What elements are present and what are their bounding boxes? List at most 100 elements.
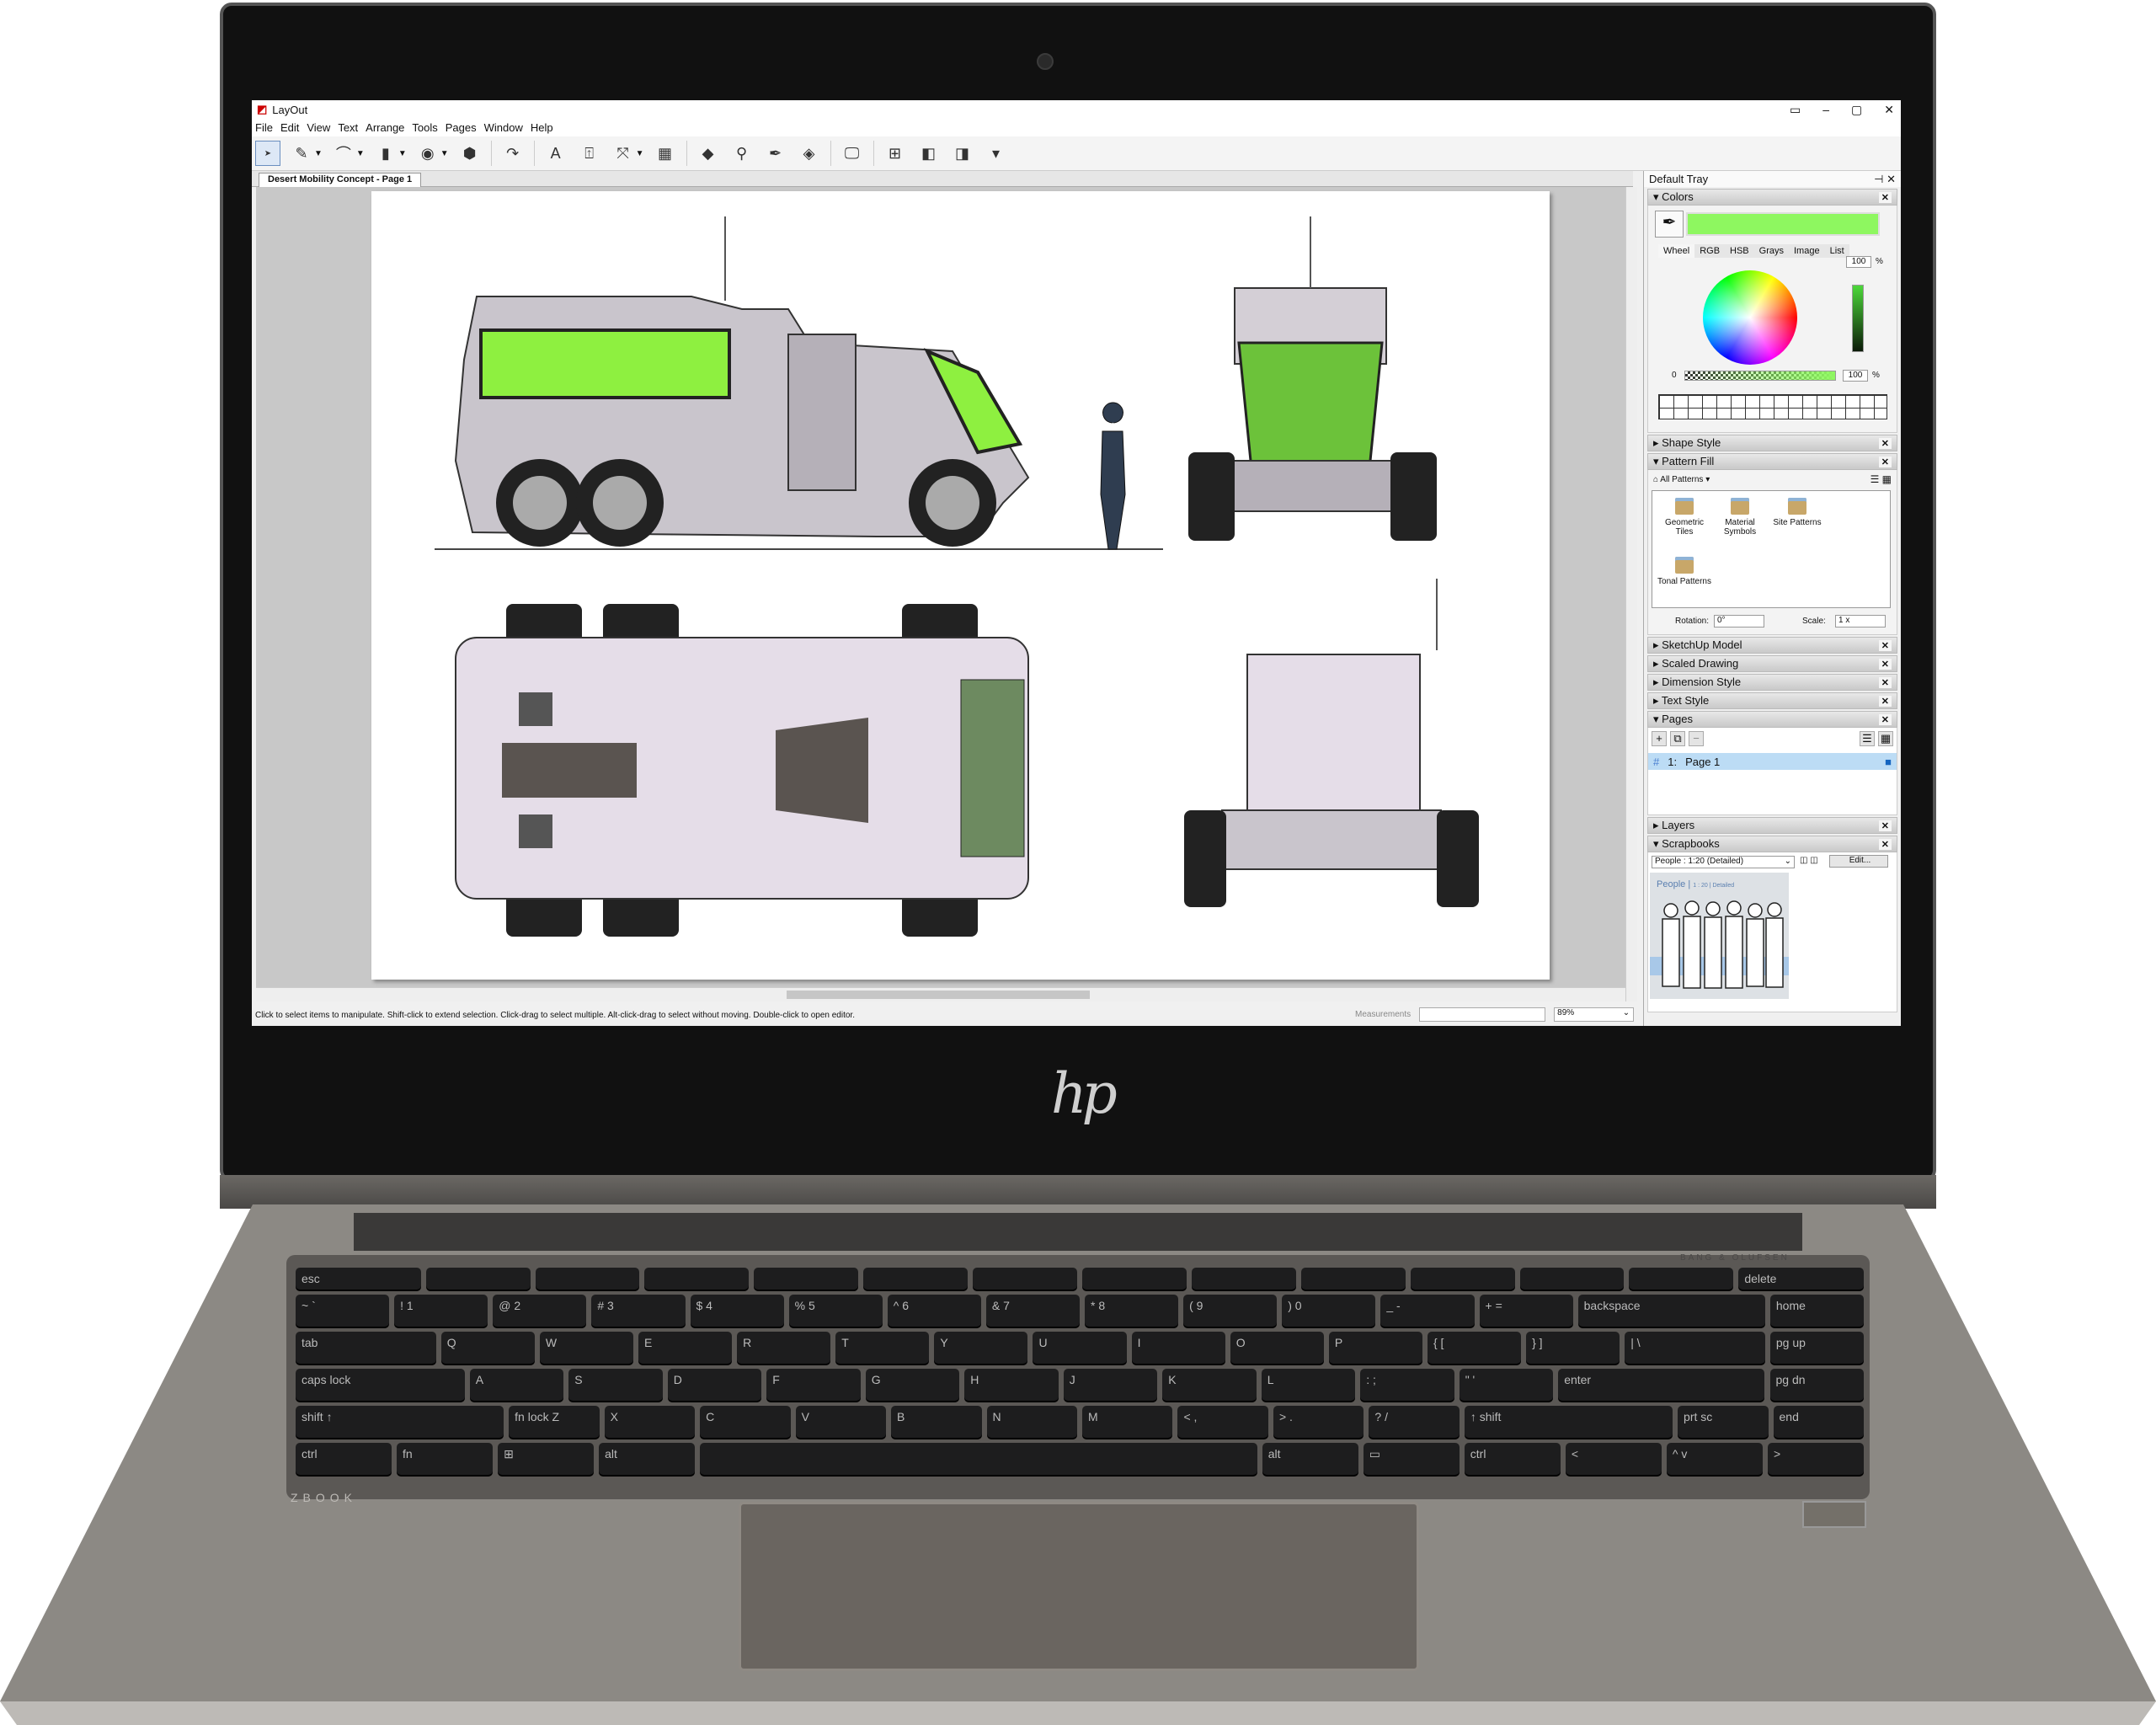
key[interactable] xyxy=(700,1443,1257,1475)
key[interactable]: S xyxy=(568,1369,663,1401)
key[interactable]: # 3 xyxy=(591,1295,686,1327)
key[interactable]: : ; xyxy=(1360,1369,1454,1401)
key[interactable]: G xyxy=(865,1369,960,1401)
key[interactable]: L xyxy=(1261,1369,1356,1401)
menu-help[interactable]: Help xyxy=(531,121,553,134)
key[interactable]: esc xyxy=(296,1268,421,1290)
key[interactable]: < , xyxy=(1177,1406,1268,1438)
close-icon[interactable]: ✕ xyxy=(1878,713,1892,725)
key[interactable]: } ] xyxy=(1526,1332,1620,1364)
pattern-folder[interactable]: Material Symbols xyxy=(1713,498,1767,537)
key[interactable]: B xyxy=(891,1406,982,1438)
panel-scaled-drawing-header[interactable]: ▸ Scaled Drawing ✕ xyxy=(1647,655,1897,672)
key[interactable]: + = xyxy=(1479,1295,1573,1327)
key[interactable]: " ' xyxy=(1459,1369,1554,1401)
drawing-canvas[interactable] xyxy=(256,187,1625,987)
key[interactable]: backspace xyxy=(1577,1295,1765,1327)
key[interactable]: $ 4 xyxy=(690,1295,784,1327)
key[interactable]: * 8 xyxy=(1085,1295,1179,1327)
key[interactable]: H xyxy=(964,1369,1059,1401)
opacity-slider[interactable] xyxy=(1684,371,1836,381)
color-wheel[interactable] xyxy=(1703,270,1797,365)
maximize-button[interactable]: ▢ xyxy=(1851,103,1862,117)
menu-tools[interactable]: Tools xyxy=(412,121,437,134)
key[interactable]: I xyxy=(1131,1332,1225,1364)
key[interactable]: { [ xyxy=(1427,1332,1522,1364)
rectangle-icon[interactable]: ▮ xyxy=(373,141,398,166)
tray-toggle-button[interactable]: ▭ xyxy=(1790,103,1801,117)
key[interactable]: ( 9 xyxy=(1183,1295,1278,1327)
key[interactable]: E xyxy=(638,1332,733,1364)
key[interactable]: O xyxy=(1230,1332,1324,1364)
key[interactable]: ctrl xyxy=(1464,1443,1561,1475)
rotation-select[interactable]: 0° xyxy=(1714,615,1764,628)
key[interactable]: ⊞ xyxy=(498,1443,595,1475)
scrapbook-select[interactable]: People : 1:20 (Detailed) ⌄ xyxy=(1652,856,1795,868)
previous-page-icon[interactable]: ◧ xyxy=(916,141,942,166)
toolbar-overflow-icon[interactable]: ▾ xyxy=(984,141,1009,166)
join-icon[interactable]: ◈ xyxy=(797,141,822,166)
list-view-button[interactable]: ☰ xyxy=(1860,731,1875,746)
key[interactable]: ! 1 xyxy=(394,1295,488,1327)
polygon-icon[interactable]: ⬢ xyxy=(457,141,483,166)
key[interactable]: N xyxy=(986,1406,1077,1438)
key[interactable]: prt sc xyxy=(1678,1406,1769,1438)
scroll-thumb[interactable] xyxy=(787,991,1090,999)
pattern-folder[interactable]: Tonal Patterns xyxy=(1657,557,1711,586)
key[interactable] xyxy=(1082,1268,1187,1290)
tab-grays[interactable]: Grays xyxy=(1753,244,1789,258)
tab-hsb[interactable]: HSB xyxy=(1725,244,1754,258)
key[interactable]: pg up xyxy=(1769,1332,1864,1364)
menu-text[interactable]: Text xyxy=(338,121,358,134)
key[interactable]: > . xyxy=(1273,1406,1364,1438)
chevron-down-icon[interactable]: ▼ xyxy=(440,149,449,158)
key[interactable]: D xyxy=(667,1369,762,1401)
chevron-down-icon[interactable]: ▼ xyxy=(314,149,323,158)
key[interactable] xyxy=(973,1268,1077,1290)
key[interactable]: ^ v xyxy=(1666,1443,1763,1475)
presentation-icon[interactable]: 🖵 xyxy=(840,141,865,166)
arc-icon[interactable]: ⌒ xyxy=(331,141,356,166)
tab-image[interactable]: Image xyxy=(1789,244,1825,258)
key[interactable]: R xyxy=(737,1332,831,1364)
key[interactable] xyxy=(1629,1268,1734,1290)
key[interactable]: ) 0 xyxy=(1282,1295,1376,1327)
close-icon[interactable]: ✕ xyxy=(1878,838,1892,850)
key[interactable]: fn lock Z xyxy=(509,1406,600,1438)
text-icon[interactable]: A xyxy=(543,141,568,166)
scale-select[interactable]: 1 x xyxy=(1835,615,1886,628)
dimension-icon[interactable]: ⤧ xyxy=(611,141,636,166)
delete-page-button[interactable]: − xyxy=(1689,731,1704,746)
table-icon[interactable]: ▦ xyxy=(653,141,678,166)
touchpad[interactable] xyxy=(739,1502,1419,1671)
scrapbook-preview[interactable]: People | 1 : 20 | Detailed xyxy=(1650,873,1789,999)
eyedropper-icon[interactable]: ✒ xyxy=(1655,211,1684,238)
close-icon[interactable]: ✕ xyxy=(1878,437,1892,449)
pattern-folder[interactable]: Geometric Tiles xyxy=(1657,498,1711,537)
minimize-button[interactable]: – xyxy=(1822,103,1829,116)
key[interactable]: _ - xyxy=(1380,1295,1475,1327)
close-icon[interactable]: ✕ xyxy=(1878,658,1892,670)
key[interactable]: caps lock xyxy=(296,1369,465,1401)
key[interactable]: T xyxy=(835,1332,930,1364)
key[interactable]: M xyxy=(1082,1406,1173,1438)
opacity-input[interactable]: 100 xyxy=(1843,370,1868,382)
key[interactable] xyxy=(425,1268,531,1290)
key[interactable] xyxy=(535,1268,640,1290)
close-icon[interactable]: ✕ xyxy=(1878,695,1892,707)
duplicate-page-button[interactable]: ⧉ xyxy=(1670,731,1685,746)
key[interactable]: ▭ xyxy=(1363,1443,1460,1475)
eraser-icon[interactable]: ◆ xyxy=(696,141,721,166)
panel-sketchup-model-header[interactable]: ▸ SketchUp Model ✕ xyxy=(1647,637,1897,654)
chevron-down-icon[interactable]: ▼ xyxy=(356,149,365,158)
key[interactable]: Q xyxy=(440,1332,535,1364)
brightness-slider[interactable] xyxy=(1852,285,1864,352)
menu-file[interactable]: File xyxy=(255,121,273,134)
panel-dimension-style-header[interactable]: ▸ Dimension Style ✕ xyxy=(1647,674,1897,691)
select-arrow-icon[interactable]: ➤ xyxy=(255,141,280,166)
key[interactable]: Y xyxy=(934,1332,1028,1364)
key[interactable]: & 7 xyxy=(985,1295,1080,1327)
close-icon[interactable]: ✕ xyxy=(1878,820,1892,831)
key[interactable]: end xyxy=(1773,1406,1864,1438)
key[interactable]: C xyxy=(700,1406,791,1438)
